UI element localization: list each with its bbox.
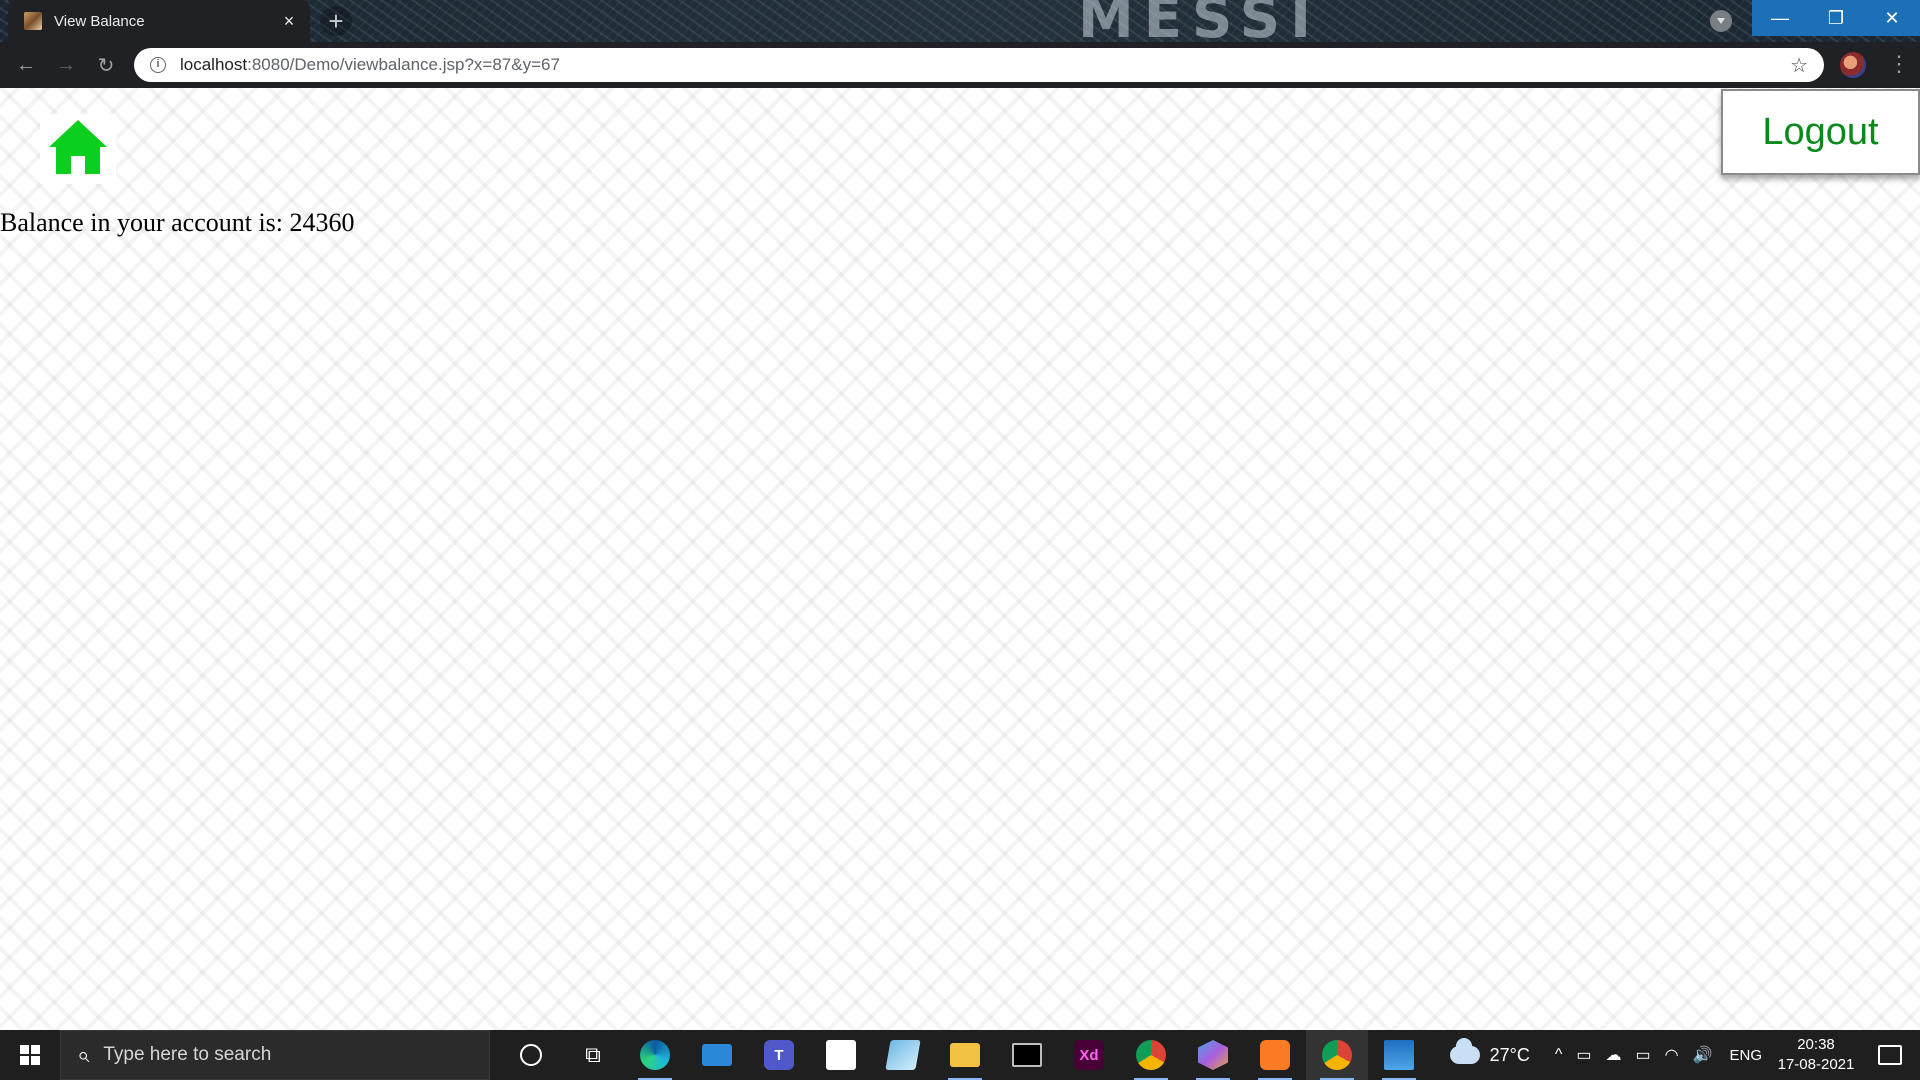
new-tab-button[interactable]: + [320,6,352,36]
balance-text: Balance in your account is: 24360 [0,208,355,237]
onedrive-icon[interactable]: ☁ [1605,1045,1621,1065]
minimize-button[interactable]: — [1752,0,1808,36]
chrome-icon [1322,1040,1352,1070]
browser-menu-icon[interactable]: ⋮ [1888,52,1910,76]
weather-temperature[interactable]: 27°C [1490,1045,1530,1066]
taskbar-notes[interactable] [872,1030,934,1080]
browser-toolbar: ← → ↻ i localhost:8080/Demo/viewbalance.… [0,42,1920,88]
wifi-icon[interactable]: ◠ [1665,1045,1679,1065]
taskbar-gem-app[interactable] [1182,1030,1244,1080]
tray-chevron-icon[interactable]: ^ [1555,1046,1563,1064]
edge-icon [640,1040,670,1070]
page-content: Logout Balance in your account is: 24360 [0,88,1920,1030]
gem-app-icon [1198,1040,1228,1070]
taskbar-xampp[interactable] [1244,1030,1306,1080]
search-icon: ⌕ [77,1042,90,1067]
bookmark-star-icon[interactable]: ☆ [1790,53,1808,78]
profile-avatar[interactable] [1840,52,1866,78]
task-view-button[interactable]: ⧉ [562,1030,624,1080]
address-bar[interactable]: i localhost:8080/Demo/viewbalance.jsp?x=… [134,48,1824,82]
site-info-icon[interactable]: i [150,57,166,73]
forward-button[interactable]: → [46,54,86,77]
taskbar-edge[interactable] [624,1030,686,1080]
notes-icon [885,1040,921,1070]
back-button[interactable]: ← [6,54,46,77]
windows-taskbar: ⌕ Type here to search ⧉ T Xd 27°C ^ ▭ ☁ … [0,1030,1920,1080]
system-tray: 27°C ^ ▭ ☁ ▭ ◠ 🔊 ENG 20:38 17-08-2021 [1449,1030,1920,1080]
taskbar-apps: ⧉ T Xd [500,1030,1430,1080]
terminal-icon [1012,1043,1042,1067]
taskbar-search-box[interactable]: ⌕ Type here to search [60,1030,490,1080]
mail-icon [702,1044,732,1066]
volume-icon[interactable]: 🔊 [1693,1045,1713,1065]
folder-icon [950,1043,980,1067]
taskbar-chrome-profile[interactable] [1120,1030,1182,1080]
tab-close-icon[interactable]: × [278,11,300,32]
taskbar-chrome-active[interactable] [1306,1030,1368,1080]
tab-favicon-icon [24,12,42,30]
clock-time: 20:38 [1797,1036,1835,1053]
browser-titlebar: View Balance × + MESSI — ❐ ✕ [0,0,1920,51]
home-icon [49,120,107,174]
taskbar-teams[interactable]: T [748,1030,810,1080]
taskbar-file-explorer[interactable] [934,1030,996,1080]
cortana-icon [520,1044,542,1066]
clock[interactable]: 20:38 17-08-2021 [1776,1035,1856,1075]
store-icon [826,1040,856,1070]
search-placeholder: Type here to search [103,1044,272,1065]
teams-icon: T [764,1040,794,1070]
profile-indicator-icon[interactable] [1710,10,1732,32]
cortana-button[interactable] [500,1030,562,1080]
browser-tab-active[interactable]: View Balance × [8,0,310,42]
close-window-button[interactable]: ✕ [1864,0,1920,36]
weather-cloud-icon[interactable] [1449,1038,1480,1064]
url-host: localhost [180,55,248,74]
battery-icon[interactable]: ▭ [1635,1045,1650,1065]
home-button[interactable] [40,114,116,184]
url-text[interactable]: localhost:8080/Demo/viewbalance.jsp?x=87… [180,55,1790,75]
photos-icon [1384,1040,1414,1070]
clock-date: 17-08-2021 [1777,1056,1855,1073]
language-indicator[interactable]: ENG [1729,1047,1762,1064]
taskbar-mail[interactable] [686,1030,748,1080]
taskbar-photos[interactable] [1368,1030,1430,1080]
url-path: :8080/Demo/viewbalance.jsp?x=87&y=67 [247,55,560,74]
restore-button[interactable]: ❐ [1808,0,1864,36]
adobe-xd-icon: Xd [1074,1040,1104,1070]
logout-button[interactable]: Logout [1721,89,1920,175]
start-button[interactable] [0,1030,60,1080]
window-controls: — ❐ ✕ [1752,0,1920,36]
taskbar-terminal[interactable] [996,1030,1058,1080]
taskbar-store[interactable] [810,1030,872,1080]
tab-title: View Balance [54,12,145,30]
chrome-icon [1136,1040,1166,1070]
xampp-icon [1260,1040,1290,1070]
notification-center-icon[interactable] [1878,1045,1902,1065]
windows-logo-icon [20,1045,40,1065]
task-view-icon: ⧉ [585,1042,601,1067]
taskbar-adobe-xd[interactable]: Xd [1058,1030,1120,1080]
meet-now-icon[interactable]: ▭ [1576,1045,1591,1065]
reload-button[interactable]: ↻ [86,53,126,78]
